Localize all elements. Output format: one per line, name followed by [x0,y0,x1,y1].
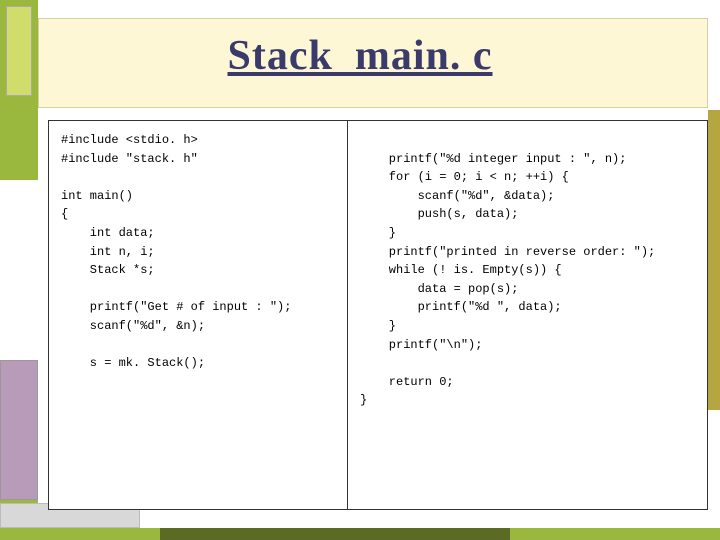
right-decor-olive [708,110,720,410]
bottom-decor-dark [160,528,510,540]
code-container: #include <stdio. h> #include "stack. h" … [48,120,708,510]
left-decor-purple [0,360,38,500]
slide-title: Stack_main. c [0,32,720,80]
code-block-left: #include <stdio. h> #include "stack. h" … [48,120,348,510]
left-decor-white [0,180,38,360]
code-block-right: printf("%d integer input : ", n); for (i… [347,120,708,510]
